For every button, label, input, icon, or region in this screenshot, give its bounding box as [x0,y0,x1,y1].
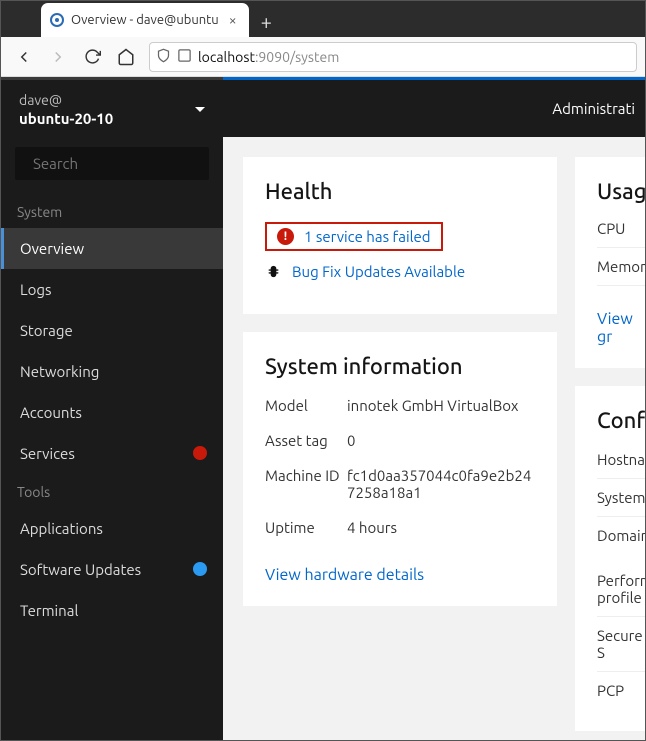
config-card: Confi Hostnam System Domain Perform prof… [575,386,645,731]
value-uptime: 4 hours [347,519,535,536]
exclamation-circle-icon: ! [277,228,294,245]
view-graphs-link[interactable]: View gr [597,310,645,346]
label-uptime: Uptime [265,519,347,536]
sysinfo-title: System information [265,354,535,379]
sidebar: dave@ ubuntu-20-10 System Overview Logs … [1,77,223,740]
usage-memory: Memory [597,248,645,286]
back-button[interactable] [9,42,39,72]
config-hostname: Hostnam [597,451,645,479]
config-domain: Domain [597,517,645,562]
nav-section-system: System [1,194,223,228]
updates-link: Bug Fix Updates Available [292,263,465,280]
config-perf: Perform profile [597,562,645,617]
url-bar[interactable]: localhost:9090/system [149,42,637,72]
url-text: localhost:9090/system [198,49,630,65]
config-pcp: PCP [597,672,645,709]
admin-toggle-link[interactable]: Administrati [552,100,635,117]
usage-card: Usage CPU Memory View gr [575,157,645,368]
hardware-details-link[interactable]: View hardware details [265,566,535,584]
nav-section-tools: Tools [1,474,223,508]
bug-icon [265,263,282,280]
sidebar-item-services[interactable]: Services [1,433,223,474]
sidebar-item-applications[interactable]: Applications [1,508,223,549]
cockpit-favicon-icon [49,12,65,28]
label-model: Model [265,397,347,414]
info-icon[interactable] [177,48,192,66]
value-machineid: fc1d0aa357044c0fa9e2b247258a18a1 [347,467,535,501]
label-machineid: Machine ID [265,467,347,501]
alert-badge-icon [193,446,207,460]
sidebar-item-logs[interactable]: Logs [1,269,223,310]
info-badge-icon [193,562,207,576]
sidebar-item-software-updates[interactable]: Software Updates [1,549,223,590]
host-name: ubuntu-20-10 [19,109,113,129]
sidebar-item-overview[interactable]: Overview [1,228,223,269]
sidebar-item-accounts[interactable]: Accounts [1,392,223,433]
usage-cpu: CPU [597,220,645,248]
browser-tab-active[interactable]: Overview - dave@ubuntu × [41,3,249,37]
label-asset: Asset tag [265,432,347,449]
close-tab-icon[interactable]: × [225,12,241,28]
failed-service-alert[interactable]: ! 1 service has failed [265,222,443,251]
main-content: Health ! 1 service has failed Bug Fix Up… [223,137,645,740]
reload-button[interactable] [77,42,107,72]
health-card: Health ! 1 service has failed Bug Fix Up… [243,157,557,314]
config-system: System [597,479,645,517]
sysinfo-card: System information Model innotek GmbH Vi… [243,332,557,606]
failed-service-link: 1 service has failed [304,228,431,245]
host-user: dave@ [19,91,113,109]
value-model: innotek GmbH VirtualBox [347,397,535,414]
health-title: Health [265,179,535,204]
value-asset: 0 [347,432,535,449]
sidebar-item-terminal[interactable]: Terminal [1,590,223,631]
search-input[interactable] [15,147,209,180]
sidebar-item-networking[interactable]: Networking [1,351,223,392]
shield-icon[interactable] [156,48,171,66]
tab-title: Overview - dave@ubuntu [71,13,219,27]
usage-title: Usage [597,179,645,204]
home-button[interactable] [111,42,141,72]
new-tab-button[interactable]: + [249,10,284,37]
sidebar-item-storage[interactable]: Storage [1,310,223,351]
host-selector[interactable]: dave@ ubuntu-20-10 [1,77,223,141]
browser-tab-strip: Overview - dave@ubuntu × + [1,1,645,37]
chevron-down-icon [195,107,205,112]
config-secure: Secure S [597,617,645,672]
updates-available-row[interactable]: Bug Fix Updates Available [265,263,535,280]
forward-button [43,42,73,72]
browser-toolbar: localhost:9090/system [1,37,645,77]
config-title: Confi [597,408,645,433]
